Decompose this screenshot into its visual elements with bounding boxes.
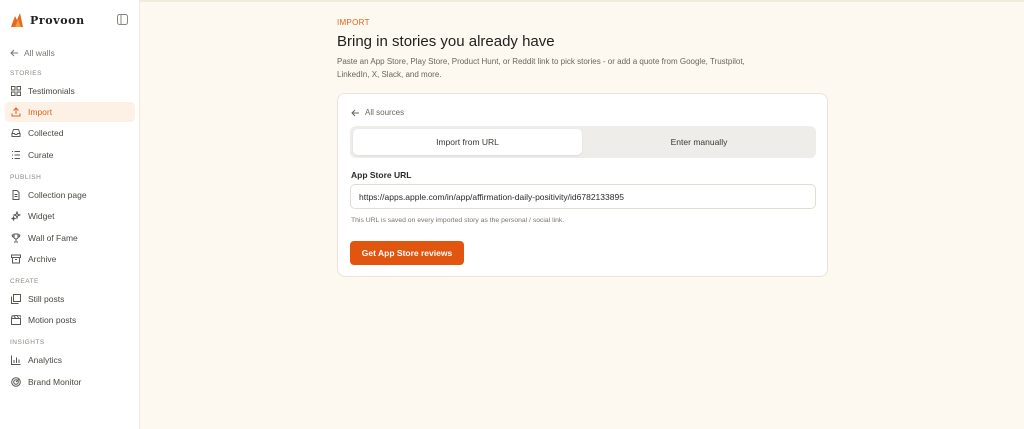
tab-import-from-url[interactable]: Import from URL	[353, 129, 582, 155]
document-icon	[12, 190, 20, 200]
sidebar-toggle-icon[interactable]	[117, 14, 128, 25]
sidebar: Provoon All walls STORIES Testimonials I…	[0, 0, 140, 429]
trophy-icon	[11, 233, 21, 243]
bar-chart-icon	[11, 355, 21, 365]
sidebar-item-label: Brand Monitor	[28, 377, 82, 387]
arrow-left-icon	[351, 109, 359, 116]
page-description: Paste an App Store, Play Store, Product …	[337, 57, 745, 79]
sidebar-item-curate[interactable]: Curate	[5, 145, 135, 165]
sidebar-item-analytics[interactable]: Analytics	[5, 350, 135, 370]
page-kicker: IMPORT	[337, 18, 370, 27]
page-title: Bring in stories you already have	[337, 33, 555, 50]
sidebar-item-still-posts[interactable]: Still posts	[5, 289, 135, 309]
sidebar-item-widget[interactable]: Widget	[5, 206, 135, 226]
clapperboard-icon	[11, 315, 21, 325]
sidebar-item-label: Collected	[28, 128, 64, 138]
sidebar-item-label: Still posts	[28, 294, 65, 304]
brand[interactable]: Provoon	[10, 12, 85, 28]
sidebar-item-motion-posts[interactable]: Motion posts	[5, 310, 135, 330]
sidebar-item-testimonials[interactable]: Testimonials	[5, 81, 135, 101]
inbox-icon	[11, 129, 21, 137]
sidebar-item-label: Analytics	[28, 355, 63, 365]
tab-enter-manually[interactable]: Enter manually	[585, 129, 813, 155]
sparkle-icon	[11, 211, 21, 221]
sidebar-item-import[interactable]: Import	[5, 102, 135, 122]
get-app-store-reviews-button[interactable]: Get App Store reviews	[350, 241, 464, 265]
import-mode-tabs: Import from URL Enter manually	[350, 126, 816, 158]
list-icon	[12, 151, 20, 159]
sidebar-item-label: Collection page	[28, 190, 87, 200]
sidebar-item-collected[interactable]: Collected	[5, 123, 135, 143]
sidebar-item-label: Curate	[28, 150, 54, 160]
arrow-left-icon	[10, 49, 18, 57]
sidebar-item-label: Import	[28, 107, 53, 117]
import-card: All sources Import from URL Enter manual…	[337, 93, 828, 277]
upload-icon	[11, 107, 21, 117]
section-label-insights: INSIGHTS	[10, 339, 45, 346]
section-label-publish: PUBLISH	[10, 174, 42, 181]
sidebar-item-wall-of-fame[interactable]: Wall of Fame	[5, 228, 135, 248]
section-label-create: CREATE	[10, 278, 39, 285]
provoon-logo-icon	[11, 13, 23, 27]
sidebar-item-label: Testimonials	[28, 86, 75, 96]
radar-icon	[11, 377, 21, 387]
app-store-url-input[interactable]	[350, 184, 816, 209]
app-store-url-label: App Store URL	[351, 170, 412, 180]
image-stack-icon	[11, 294, 21, 304]
sidebar-item-label: Motion posts	[28, 315, 77, 325]
section-label-stories: STORIES	[10, 70, 42, 77]
back-to-walls-link[interactable]: All walls	[10, 48, 55, 58]
sidebar-item-brand-monitor[interactable]: Brand Monitor	[5, 372, 135, 392]
grid-icon	[11, 86, 21, 96]
sidebar-item-label: Widget	[28, 211, 55, 221]
back-to-walls-label: All walls	[24, 48, 55, 58]
all-sources-link[interactable]: All sources	[351, 108, 404, 117]
brand-name: Provoon	[30, 13, 85, 27]
archive-icon	[11, 254, 21, 264]
all-sources-label: All sources	[365, 108, 405, 117]
sidebar-item-archive[interactable]: Archive	[5, 249, 135, 269]
sidebar-item-collection-page[interactable]: Collection page	[5, 185, 135, 205]
sidebar-item-label: Archive	[28, 254, 57, 264]
sidebar-item-label: Wall of Fame	[28, 233, 78, 243]
url-hint: This URL is saved on every imported stor…	[351, 217, 565, 224]
top-border	[0, 0, 1024, 2]
